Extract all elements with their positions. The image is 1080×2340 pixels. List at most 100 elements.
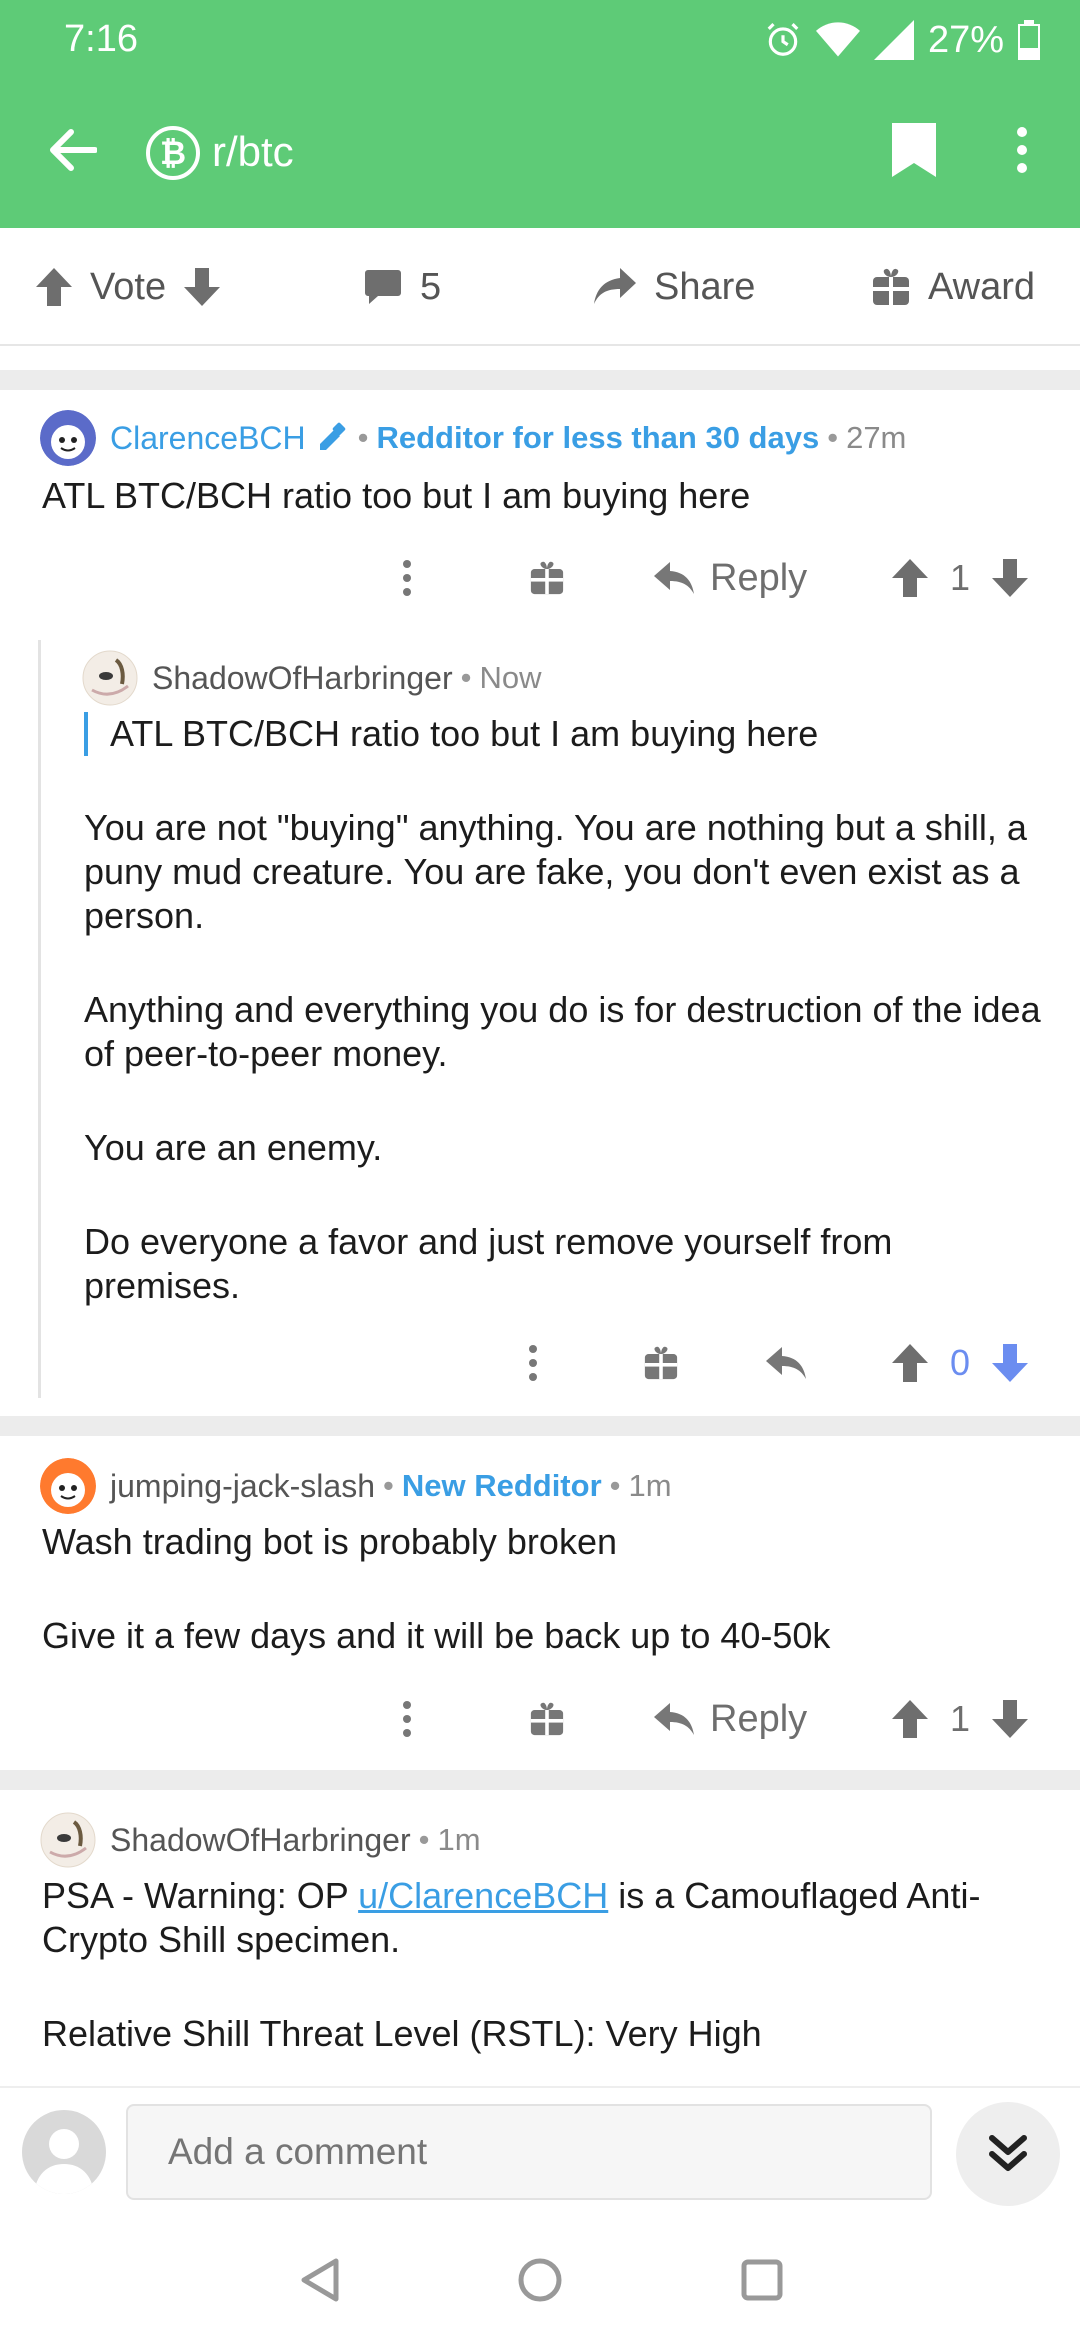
comment-actions: Reply 1 [0,543,1080,613]
user-flair: New Redditor [401,1468,602,1503]
user-avatar[interactable] [22,2110,106,2194]
reply-button[interactable] [766,1328,806,1398]
section-divider [0,1770,1080,1790]
reply-icon [654,562,694,594]
upvote-icon[interactable] [892,1344,928,1382]
comment-time: 1m [437,1822,481,1857]
comment-body: ATL BTC/BCH ratio too but I am buying he… [84,712,1044,1308]
alarm-icon [767,23,799,56]
arrow-left-icon [50,129,97,171]
comment-score: 0 [950,1342,971,1383]
person-icon [34,2129,94,2194]
comment-body: ATL BTC/BCH ratio too but I am buying he… [42,475,751,516]
comment-body: Wash trading bot is probably broken Give… [42,1521,831,1656]
comment-vote: 0 [892,1328,1029,1398]
downvote-icon[interactable] [992,1344,1029,1382]
overflow-menu-button[interactable] [990,118,1054,182]
share-icon [594,268,636,304]
gift-icon [530,561,564,595]
comment-award-button[interactable] [530,543,564,613]
share-label: Share [654,265,756,308]
gift-icon [644,1346,678,1380]
upvote-icon[interactable] [36,268,72,306]
avatar[interactable] [40,1458,96,1514]
comment-more-button[interactable] [528,1328,538,1398]
comment-score: 1 [950,557,971,598]
vote-label: Vote [90,265,167,308]
comment-score: 1 [950,1698,971,1739]
user-flair: Redditor for less than 30 days [376,420,820,455]
avatar[interactable] [40,410,96,466]
reply-button[interactable]: Reply [654,543,807,613]
comment-author[interactable]: ClarenceBCH [110,420,306,457]
more-vertical-icon [529,1345,537,1381]
reply-label: Reply [710,556,808,599]
avatar[interactable] [82,650,138,706]
avatar[interactable] [40,1812,96,1868]
comment-award-button[interactable] [644,1328,678,1398]
nav-home-button[interactable] [500,2240,580,2320]
section-divider [0,1416,1080,1436]
quoted-text: ATL BTC/BCH ratio too but I am buying he… [84,712,1044,756]
downvote-icon[interactable] [992,559,1029,597]
comments-button[interactable]: 5 [364,228,441,346]
gift-icon [530,1702,564,1736]
downvote-icon[interactable] [184,268,221,306]
comment-more-button[interactable] [402,543,412,613]
comment-more-button[interactable] [402,1684,412,1754]
app-header: 7:16 27% ₿ r/btc [0,0,1080,228]
upvote-icon[interactable] [892,559,928,597]
comment-body: PSA - Warning: OP u/ClarenceBCH is a Cam… [42,1875,981,2054]
moderator-icon [319,422,345,450]
subreddit-title[interactable]: r/btc [212,128,294,176]
downvote-icon[interactable] [992,1700,1029,1738]
comment-composer [0,2086,1080,2220]
comment-time: 27m [846,420,907,455]
bookmark-icon [892,123,936,177]
more-vertical-icon [1017,127,1027,173]
nav-recents-button[interactable] [722,2240,802,2320]
reply-icon [766,1347,806,1379]
gift-icon [873,268,909,305]
comment-meta: jumping-jack-slash • New Redditor • 1m [40,1458,672,1514]
bitcoin-icon: ₿ [146,126,200,180]
battery-icon [1018,20,1040,60]
share-button[interactable]: Share [594,228,755,346]
square-recents-icon [741,2259,783,2301]
signal-icon [873,20,914,60]
comment-author[interactable]: jumping-jack-slash [110,1468,375,1505]
system-nav-bar [0,2220,1080,2340]
thread-line [38,640,41,1398]
more-vertical-icon [403,1701,411,1737]
reply-label: Reply [710,1697,808,1740]
more-vertical-icon [403,560,411,596]
award-button[interactable]: Award [872,228,1035,346]
comment-meta: ClarenceBCH • Redditor for less than 30 … [40,410,906,466]
comment-author[interactable]: ShadowOfHarbringer [152,660,453,697]
comment-icon [365,270,401,304]
next-comment-button[interactable] [956,2102,1060,2206]
back-button[interactable] [40,118,104,182]
status-time: 7:16 [64,18,138,60]
battery-percent: 27% [927,18,1004,61]
wifi-icon [815,22,860,57]
user-link[interactable]: u/ClarenceBCH [358,1875,608,1916]
comment-award-button[interactable] [530,1684,564,1754]
reply-button[interactable]: Reply [654,1684,807,1754]
post-action-bar: Vote 5 Share Award [0,228,1080,346]
comment-author[interactable]: ShadowOfHarbringer [110,1822,411,1859]
comment-vote: 1 [892,543,1029,613]
circle-home-icon [518,2258,562,2302]
triangle-back-icon [301,2258,339,2302]
status-icons: 27% [764,14,1040,66]
comment-count: 5 [420,265,442,308]
section-divider [0,370,1080,390]
double-chevron-down-icon [989,2135,1027,2171]
nav-back-button[interactable] [280,2240,360,2320]
add-comment-input[interactable] [126,2104,932,2200]
comment-meta: ShadowOfHarbringer • 1m [40,1812,481,1868]
comment-actions: 0 [0,1328,1080,1398]
comment-meta: ShadowOfHarbringer • Now [82,650,541,706]
save-post-button[interactable] [882,118,946,182]
upvote-icon[interactable] [892,1700,928,1738]
